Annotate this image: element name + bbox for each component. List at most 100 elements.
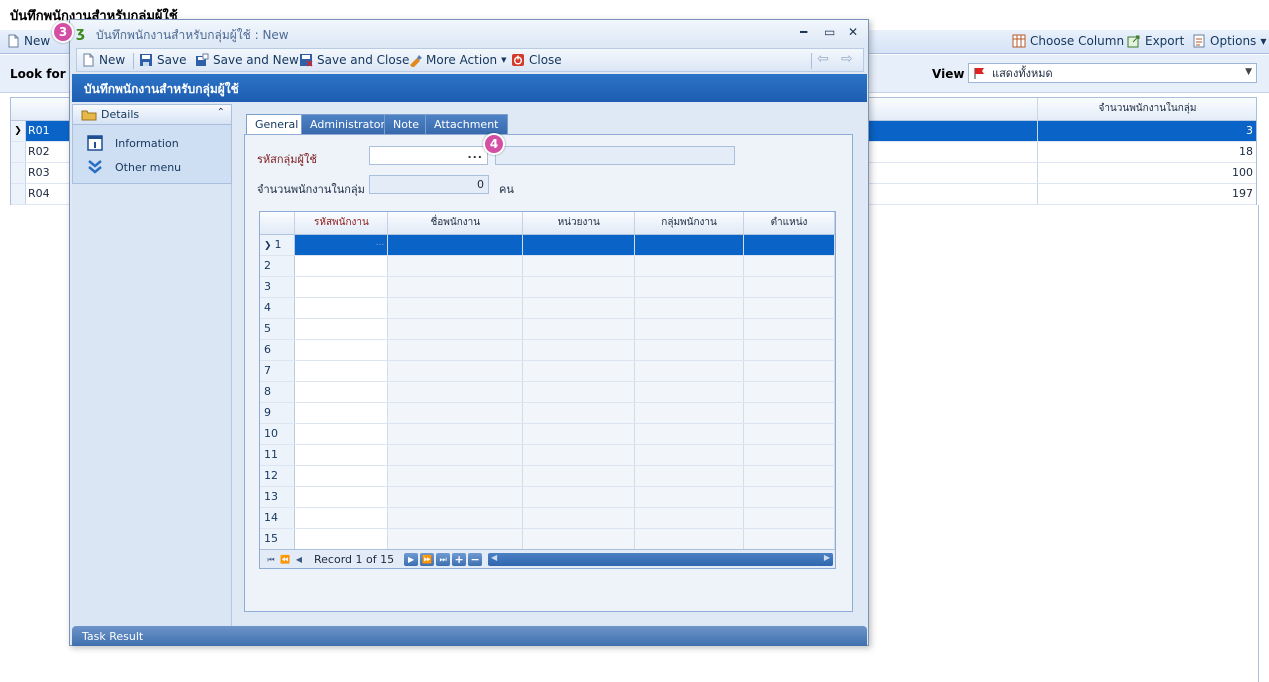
- employee-name-cell[interactable]: [387, 507, 524, 529]
- previous-record-icon[interactable]: ◀: [292, 553, 306, 566]
- department-column-header[interactable]: หน่วยงาน: [522, 212, 636, 235]
- employee-count-column-header[interactable]: จำนวนพนักงานในกลุ่ม: [1037, 98, 1257, 121]
- table-row[interactable]: 15: [260, 528, 835, 550]
- department-cell[interactable]: [522, 339, 636, 361]
- table-row[interactable]: 9: [260, 402, 835, 424]
- table-row[interactable]: 5: [260, 318, 835, 340]
- department-cell[interactable]: [522, 507, 636, 529]
- position-cell[interactable]: [743, 507, 835, 529]
- employee-name-cell[interactable]: [387, 234, 524, 256]
- employee-code-cell[interactable]: [294, 297, 389, 319]
- last-record-icon[interactable]: ⏭: [436, 552, 451, 566]
- table-row[interactable]: 7: [260, 360, 835, 382]
- employee-code-cell[interactable]: [294, 465, 389, 487]
- task-result-bar[interactable]: Task Result: [72, 626, 867, 646]
- scroll-right-icon[interactable]: ▶: [824, 553, 830, 562]
- close-icon[interactable]: ✕: [848, 25, 858, 39]
- employee-group-cell[interactable]: [634, 360, 745, 382]
- employee-group-cell[interactable]: [634, 444, 745, 466]
- employee-name-cell[interactable]: [387, 276, 524, 298]
- department-cell[interactable]: [522, 318, 636, 340]
- save-and-close-button[interactable]: Save and Close: [299, 53, 409, 67]
- position-cell[interactable]: [743, 255, 835, 277]
- details-panel-header[interactable]: Details ⌃: [73, 105, 231, 125]
- employee-name-cell[interactable]: [387, 360, 524, 382]
- department-cell[interactable]: [522, 360, 636, 382]
- tab-attachment[interactable]: Attachment: [425, 114, 508, 134]
- department-cell[interactable]: [522, 381, 636, 403]
- table-row[interactable]: ❯ 1...: [260, 234, 835, 256]
- department-cell[interactable]: [522, 234, 636, 256]
- table-row[interactable]: 10: [260, 423, 835, 445]
- employee-group-cell[interactable]: [634, 507, 745, 529]
- previous-record-icon[interactable]: ⇦: [817, 51, 829, 67]
- employee-code-cell[interactable]: [294, 318, 389, 340]
- save-and-new-button[interactable]: Save and New: [195, 53, 299, 67]
- department-cell[interactable]: [522, 297, 636, 319]
- employee-name-cell[interactable]: [387, 444, 524, 466]
- tab-note[interactable]: Note: [384, 114, 429, 134]
- position-cell[interactable]: [743, 423, 835, 445]
- employee-name-cell[interactable]: [387, 423, 524, 445]
- employee-group-cell[interactable]: [634, 297, 745, 319]
- employee-group-cell[interactable]: [634, 528, 745, 550]
- employee-group-cell[interactable]: [634, 423, 745, 445]
- employee-name-cell[interactable]: [387, 528, 524, 550]
- position-cell[interactable]: [743, 402, 835, 424]
- close-button[interactable]: Close: [511, 53, 562, 67]
- department-cell[interactable]: [522, 276, 636, 298]
- employee-name-cell[interactable]: [387, 465, 524, 487]
- sidebar-item-information[interactable]: Information: [87, 135, 179, 151]
- employee-group-cell[interactable]: [634, 234, 745, 256]
- collapse-up-icon[interactable]: ⌃: [217, 107, 225, 118]
- lookup-ellipsis-button[interactable]: ...: [376, 238, 385, 248]
- employee-group-cell[interactable]: [634, 381, 745, 403]
- table-row[interactable]: 6: [260, 339, 835, 361]
- employee-count-cell[interactable]: 18: [1037, 142, 1257, 162]
- employee-group-cell[interactable]: [634, 339, 745, 361]
- employee-name-cell[interactable]: [387, 297, 524, 319]
- department-cell[interactable]: [522, 255, 636, 277]
- employee-code-cell[interactable]: [294, 528, 389, 550]
- employee-group-cell[interactable]: [634, 465, 745, 487]
- position-cell[interactable]: [743, 276, 835, 298]
- table-row[interactable]: 3: [260, 276, 835, 298]
- employee-code-cell[interactable]: [294, 402, 389, 424]
- view-select[interactable]: แสดงทั้งหมด ▼: [968, 63, 1257, 83]
- scroll-left-icon[interactable]: ◀: [491, 553, 497, 562]
- department-cell[interactable]: [522, 444, 636, 466]
- employee-group-cell[interactable]: [634, 276, 745, 298]
- table-row[interactable]: 2: [260, 255, 835, 277]
- options-button[interactable]: Options ▼: [1192, 34, 1266, 48]
- employee-group-cell[interactable]: [634, 255, 745, 277]
- employee-group-cell[interactable]: [634, 486, 745, 508]
- position-column-header[interactable]: ตำแหน่ง: [743, 212, 835, 235]
- dialog-title-bar[interactable]: ʒ บันทึกพนักงานสำหรับกลุ่มผู้ใช้ : New ━…: [70, 20, 868, 46]
- employee-code-cell[interactable]: [294, 381, 389, 403]
- employee-code-cell[interactable]: [294, 255, 389, 277]
- employee-count-cell[interactable]: 197: [1037, 184, 1257, 204]
- position-cell[interactable]: [743, 465, 835, 487]
- export-button[interactable]: Export: [1127, 34, 1184, 48]
- position-cell[interactable]: [743, 528, 835, 550]
- maximize-icon[interactable]: ▭: [824, 25, 835, 39]
- table-row[interactable]: 4: [260, 297, 835, 319]
- lookup-ellipsis-button[interactable]: ...: [467, 148, 483, 161]
- tab-general[interactable]: General: [246, 114, 308, 135]
- group-code-field[interactable]: ...: [369, 146, 488, 165]
- position-cell[interactable]: [743, 318, 835, 340]
- group-code-cell[interactable]: R04: [28, 187, 50, 200]
- group-code-cell[interactable]: R03: [28, 166, 50, 179]
- next-record-icon[interactable]: ▶: [404, 552, 419, 566]
- department-cell[interactable]: [522, 528, 636, 550]
- table-row[interactable]: 12: [260, 465, 835, 487]
- employee-group-cell[interactable]: [634, 402, 745, 424]
- position-cell[interactable]: [743, 360, 835, 382]
- employee-count-cell[interactable]: 3: [1037, 121, 1257, 141]
- table-row[interactable]: 8: [260, 381, 835, 403]
- more-action-button[interactable]: More Action ▼: [408, 53, 507, 67]
- save-button[interactable]: Save: [139, 53, 186, 67]
- tab-administrator[interactable]: Administrator: [301, 114, 394, 134]
- employee-name-cell[interactable]: [387, 486, 524, 508]
- department-cell[interactable]: [522, 486, 636, 508]
